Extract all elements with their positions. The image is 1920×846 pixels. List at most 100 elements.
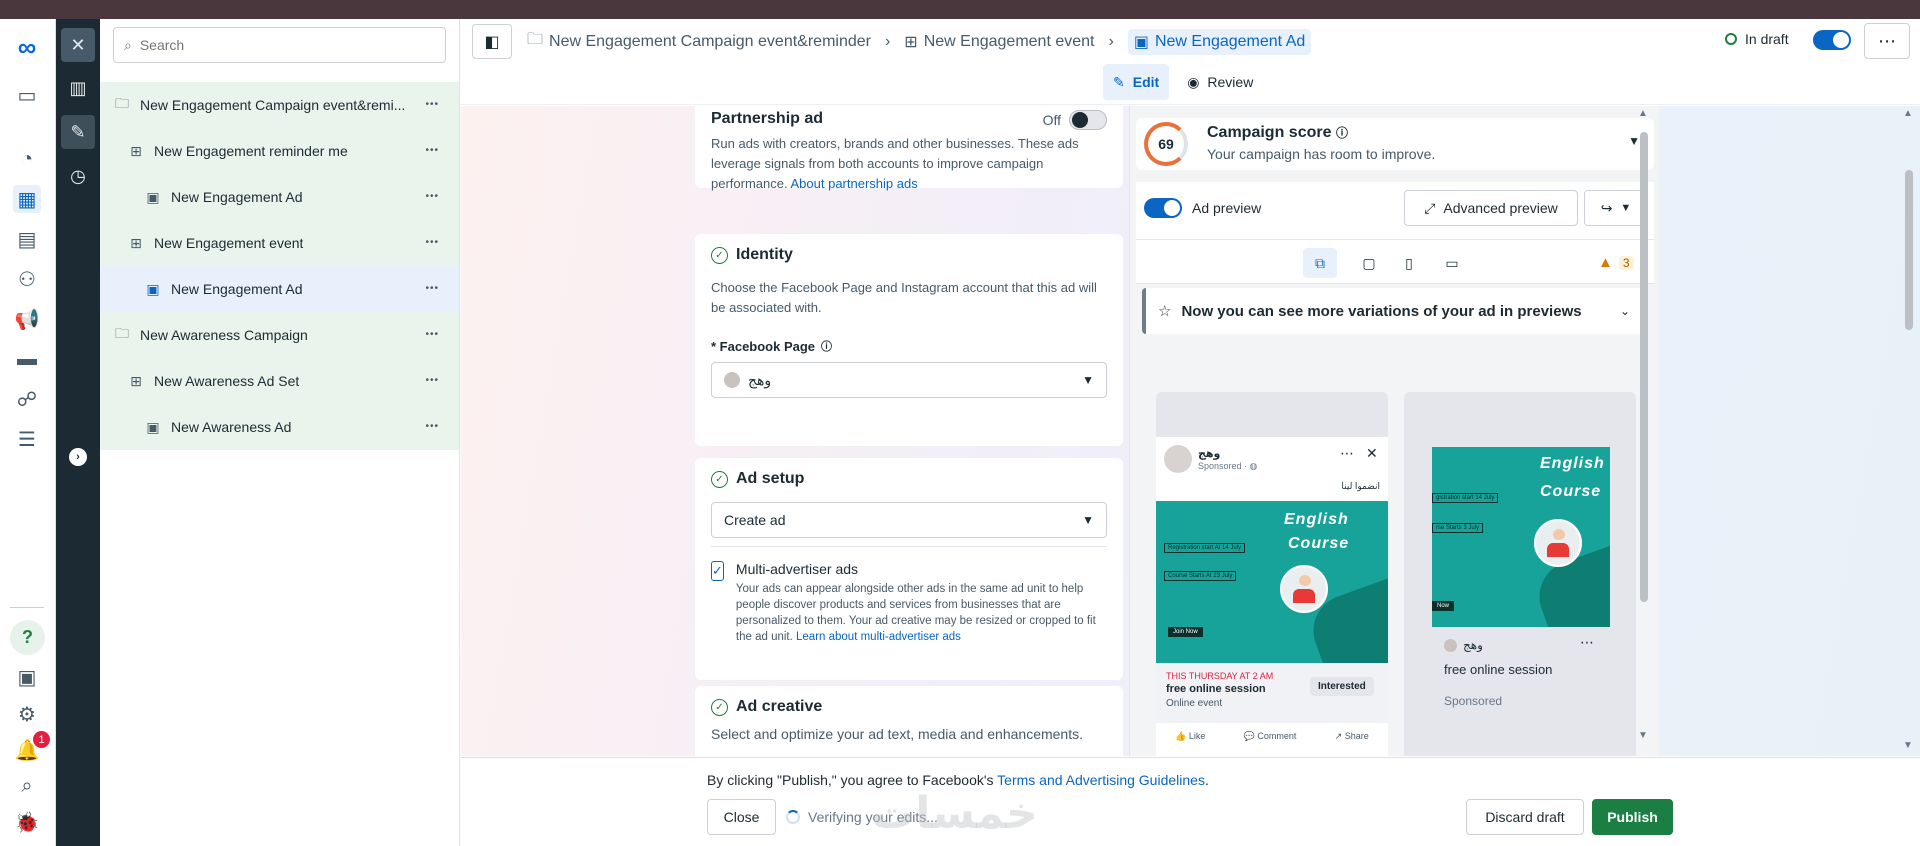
meta-logo-icon[interactable]: ∞ <box>10 32 44 62</box>
breadcrumb-campaign[interactable]: 🗀 New Engagement Campaign event&reminder <box>527 28 871 55</box>
tree-row[interactable]: ⊞ New Engagement event ••• <box>100 220 459 266</box>
agreement-text: By clicking "Publish," you agree to Face… <box>707 772 998 788</box>
breadcrumb-ad[interactable]: ▣ New Engagement Ad <box>1127 28 1312 55</box>
overview-icon[interactable]: ▭ <box>13 81 41 109</box>
settings-gear-icon[interactable]: ⚙ <box>13 700 41 728</box>
terms-link[interactable]: Terms and Advertising Guidelines <box>997 772 1205 788</box>
ad-icon: ▣ <box>1133 33 1149 51</box>
tree-row[interactable]: ▣ New Engagement Ad ••• <box>100 266 459 312</box>
event-name: free online session <box>1444 662 1553 677</box>
comment-action[interactable]: 💬 Comment <box>1244 731 1297 742</box>
ad-creative-card: ✓ Ad creative Select and optimize your ad… <box>695 686 1123 756</box>
history-clock-icon[interactable]: ◷ <box>61 159 95 193</box>
campaign-tree-list: 🗀 New Engagement Campaign event&remi... ••… <box>100 82 459 450</box>
ad-preview-toggle[interactable] <box>1144 198 1182 218</box>
comment-label: Comment <box>1257 731 1297 741</box>
tree-row[interactable]: ▣ New Engagement Ad ••• <box>100 174 459 220</box>
campaign-score-card[interactable]: 69 Campaign score ⓘ Your campaign has ro… <box>1136 118 1654 170</box>
square-feed-icon[interactable]: ▢ <box>1352 248 1386 278</box>
tree-row[interactable]: 🗀 New Engagement Campaign event&remi... ••… <box>100 82 459 128</box>
page-avatar <box>1444 638 1457 652</box>
advanced-preview-button[interactable]: ⤢ Advanced preview <box>1404 190 1578 226</box>
tree-search-box[interactable]: ⌕ <box>113 27 446 63</box>
creative-start-box: Course Starts At 23 July <box>1164 571 1237 581</box>
creative-title-line-1: English <box>1540 455 1605 472</box>
charts-icon[interactable]: ▥ <box>61 71 95 105</box>
business-network-icon[interactable]: ☍ <box>13 385 41 413</box>
folder-icon: 🗀 <box>115 95 129 111</box>
close-editor-icon[interactable]: ✕ <box>61 28 95 62</box>
campaign-megaphone-icon[interactable]: 📢 <box>13 305 41 333</box>
audiences-icon[interactable]: ⚇ <box>13 265 41 293</box>
billing-card-icon[interactable]: ▬ <box>13 345 41 373</box>
creative-title-line-2: Course <box>1540 483 1602 500</box>
sidebar-toggle-icon[interactable]: ◧ <box>472 24 512 59</box>
post-close-icon[interactable]: ✕ <box>1366 445 1378 462</box>
ad-setup-select[interactable]: Create ad ▼ <box>711 502 1107 538</box>
row-more-icon[interactable]: ••• <box>425 145 439 156</box>
editor-main: Partnership ad Off Run ads with creators… <box>461 106 1920 756</box>
campaign-score-subtitle: Your campaign has room to improve. <box>1207 146 1436 162</box>
interested-button[interactable]: Interested <box>1310 677 1374 696</box>
reports-icon[interactable]: ▤ <box>13 225 41 253</box>
row-more-icon[interactable]: ••• <box>425 99 439 110</box>
chevron-down-icon: ⌄ <box>1619 304 1630 318</box>
notification-badge: 1 <box>33 731 50 748</box>
partnership-toggle[interactable]: Off <box>1043 110 1107 130</box>
row-more-icon[interactable]: ••• <box>425 421 439 432</box>
search-icon[interactable]: ⌕ <box>13 772 41 800</box>
tree-search-input[interactable] <box>139 37 420 53</box>
ad-icon: ▣ <box>146 188 160 205</box>
check-circle-icon: ✓ <box>711 470 728 488</box>
preview-box: Ad preview ⤢ Advanced preview ↪ ▼ ⧉ ▢ ▯ … <box>1136 182 1654 756</box>
news-icon[interactable]: ▣ <box>13 663 41 691</box>
post-more-icon[interactable]: ⋯ <box>1580 634 1594 651</box>
warnings-indicator[interactable]: ▲ 3 <box>1598 254 1634 271</box>
close-button[interactable]: Close <box>707 799 776 835</box>
edit-mode-button[interactable]: ✎ Edit <box>1103 64 1170 100</box>
partnership-switch[interactable] <box>1069 110 1107 130</box>
ad-creative-image: English Course gistration start 14 July … <box>1432 447 1610 627</box>
breadcrumb-adset[interactable]: ⊞ New Engagement event <box>904 32 1094 52</box>
landscape-icon[interactable]: ▭ <box>1435 248 1469 278</box>
ads-manager-table-icon[interactable]: ▦ <box>13 185 41 213</box>
info-icon[interactable]: ⓘ <box>821 338 832 354</box>
creative-person-illustration <box>1534 519 1582 567</box>
row-more-icon[interactable]: ••• <box>425 283 439 294</box>
publish-button[interactable]: Publish <box>1592 799 1673 835</box>
breadcrumb-ad-label: New Engagement Ad <box>1154 32 1306 50</box>
info-icon[interactable]: ⓘ <box>1336 126 1348 140</box>
multi-device-icon[interactable]: ⧉ <box>1303 248 1337 278</box>
page-scrollbar[interactable]: ▲ ▼ <box>1903 106 1915 756</box>
tree-row[interactable]: ⊞ New Engagement reminder me ••• <box>100 128 459 174</box>
tree-row[interactable]: 🗀 New Awareness Campaign ••• <box>100 312 459 358</box>
discard-draft-button[interactable]: Discard draft <box>1466 799 1584 835</box>
row-more-icon[interactable]: ••• <box>425 237 439 248</box>
row-more-icon[interactable]: ••• <box>425 375 439 386</box>
event-type: Online event <box>1166 698 1223 709</box>
share-action[interactable]: ↗ Share <box>1335 731 1369 742</box>
help-icon[interactable]: ? <box>10 620 45 655</box>
agreement-period: . <box>1204 772 1209 788</box>
tree-row[interactable]: ⊞ New Awareness Ad Set ••• <box>100 358 459 404</box>
dashboard-gauge-icon[interactable]: ◔ <box>13 145 41 173</box>
variations-banner[interactable]: ☆ Now you can see more variations of you… <box>1142 288 1648 334</box>
expand-chevron-right-icon[interactable]: › <box>69 448 87 466</box>
multi-advertiser-checkbox[interactable]: ✓ <box>711 561 724 581</box>
all-tools-menu-icon[interactable]: ☰ <box>13 425 41 453</box>
row-more-icon[interactable]: ••• <box>425 329 439 340</box>
more-options-button[interactable]: ⋯ <box>1864 23 1910 59</box>
mobile-story-icon[interactable]: ▯ <box>1392 248 1426 278</box>
review-mode-button[interactable]: ◉ Review <box>1177 64 1263 100</box>
tree-row[interactable]: ▣ New Awareness Ad ••• <box>100 404 459 450</box>
like-action[interactable]: 👍 Like <box>1175 731 1205 742</box>
multi-advertiser-link[interactable]: Learn about multi-advertiser ads <box>796 631 961 643</box>
edit-pencil-icon[interactable]: ✎ <box>61 115 95 149</box>
about-partnership-ads-link[interactable]: About partnership ads <box>791 176 918 191</box>
row-more-icon[interactable]: ••• <box>425 191 439 202</box>
preview-scrollbar[interactable]: ▲ ▼ <box>1638 106 1650 756</box>
ad-on-off-toggle[interactable] <box>1813 30 1851 50</box>
facebook-page-select[interactable]: وهج ▼ <box>711 362 1107 398</box>
bug-report-icon[interactable]: 🐞 <box>13 808 41 836</box>
post-more-icon[interactable]: ⋯ <box>1340 445 1354 462</box>
